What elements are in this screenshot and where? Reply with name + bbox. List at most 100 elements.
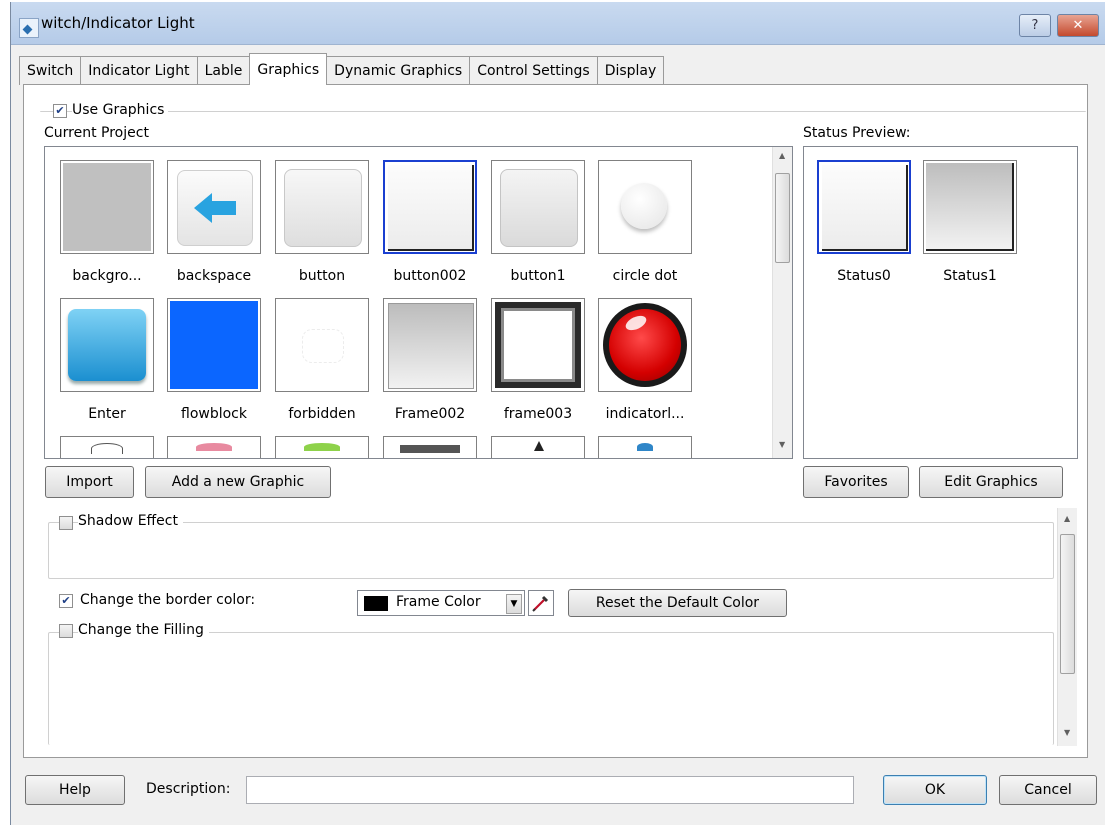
flowblock-graphic-icon — [170, 301, 258, 389]
forbidden-graphic-icon — [302, 329, 344, 363]
filling-group — [48, 632, 1054, 745]
red-indicator-light-icon — [603, 303, 687, 387]
graphic-tile-circle-dot[interactable] — [598, 160, 692, 254]
status1-tile[interactable] — [923, 160, 1017, 254]
help-button[interactable]: Help — [25, 775, 125, 805]
graphics-list-scrollbar[interactable]: ▲ ▼ — [772, 147, 792, 458]
graphic-tile-button1[interactable] — [491, 160, 585, 254]
graphic-label: button1 — [510, 268, 566, 284]
graphic-tile-indicator-light[interactable] — [598, 298, 692, 392]
use-graphics-checkbox[interactable]: ✔ — [53, 104, 67, 118]
graphic-tile-button002[interactable] — [383, 160, 477, 254]
add-new-graphic-button[interactable]: Add a new Graphic — [145, 466, 331, 498]
effects-settings-area: Shadow Effect ✔ Change the border color:… — [44, 508, 1078, 746]
border-color-label: Change the border color: — [80, 592, 256, 608]
tab-bar: Switch Indicator Light Lable Graphics Dy… — [19, 53, 665, 85]
favorites-button[interactable]: Favorites — [803, 466, 909, 498]
scroll-thumb[interactable] — [775, 173, 790, 263]
import-button[interactable]: Import — [45, 466, 134, 498]
scroll-down-icon[interactable]: ▼ — [1064, 728, 1070, 737]
scroll-thumb[interactable] — [1060, 534, 1075, 674]
border-color-checkbox[interactable]: ✔ — [59, 594, 73, 608]
close-button[interactable]: ✕ — [1057, 14, 1099, 37]
graphic-tile-frame003[interactable] — [491, 298, 585, 392]
partial-graphic-icon — [400, 445, 460, 453]
graphic-tile[interactable] — [598, 436, 692, 458]
effects-scrollbar[interactable]: ▲ ▼ — [1057, 508, 1077, 746]
gray-square-icon — [63, 163, 151, 251]
eyedropper-button[interactable] — [528, 590, 554, 616]
cancel-button[interactable]: Cancel — [999, 775, 1097, 805]
chevron-down-icon[interactable]: ▼ — [506, 594, 522, 614]
graphic-label: backspace — [176, 268, 252, 284]
circle-dot-icon — [621, 183, 667, 229]
graphic-tile-enter[interactable] — [60, 298, 154, 392]
status-preview-label: Status Preview: — [803, 125, 911, 141]
graphic-label: button — [298, 268, 346, 284]
graphic-tile[interactable] — [491, 436, 585, 458]
status0-graphic-icon — [822, 165, 908, 251]
button002-graphic-icon — [388, 165, 474, 251]
description-input[interactable] — [246, 776, 854, 804]
scroll-up-icon[interactable]: ▲ — [1064, 514, 1070, 523]
graphic-tile-backspace[interactable] — [167, 160, 261, 254]
status-preview-box: Status0 Status1 — [803, 146, 1078, 459]
ok-button[interactable]: OK — [883, 775, 987, 805]
graphic-tile-forbidden[interactable] — [275, 298, 369, 392]
help-title-button[interactable]: ? — [1019, 14, 1051, 37]
graphic-label: circle dot — [612, 268, 678, 284]
use-graphics-group-line — [40, 111, 1086, 113]
backspace-arrow-icon — [177, 170, 253, 246]
graphics-list[interactable]: backgro... backspace button button002 bu… — [44, 146, 793, 459]
enter-graphic-icon — [68, 309, 146, 381]
graphic-label: flowblock — [181, 406, 247, 422]
graphic-tile-button[interactable] — [275, 160, 369, 254]
partial-graphic-icon — [91, 443, 123, 454]
graphic-label: Frame002 — [394, 406, 466, 422]
status0-label: Status0 — [837, 268, 891, 284]
partial-graphic-icon — [534, 441, 544, 451]
graphic-tile-flowblock[interactable] — [167, 298, 261, 392]
tab-dynamic-graphics[interactable]: Dynamic Graphics — [326, 56, 471, 85]
shadow-effect-checkbox[interactable] — [59, 516, 73, 530]
graphic-label: Enter — [88, 406, 126, 422]
partial-graphic-icon — [637, 443, 653, 451]
filling-label: Change the Filling — [78, 622, 209, 638]
tab-control-settings[interactable]: Control Settings — [469, 56, 598, 85]
reset-default-color-button[interactable]: Reset the Default Color — [568, 589, 787, 617]
graphic-label: backgro... — [72, 268, 142, 284]
graphic-label: indicatorl... — [605, 406, 685, 422]
tab-indicator-light[interactable]: Indicator Light — [80, 56, 198, 85]
scroll-up-icon[interactable]: ▲ — [779, 151, 785, 160]
status0-tile[interactable] — [817, 160, 911, 254]
scroll-down-icon[interactable]: ▼ — [779, 440, 785, 449]
tab-lable[interactable]: Lable — [196, 56, 251, 85]
eyedropper-icon — [532, 595, 549, 612]
button1-graphic-icon — [500, 169, 578, 247]
status1-label: Status1 — [943, 268, 997, 284]
tab-switch[interactable]: Switch — [19, 56, 82, 85]
graphic-label: forbidden — [288, 406, 356, 422]
window-title: witch/Indicator Light — [41, 14, 195, 32]
graphic-label: button002 — [393, 268, 467, 284]
description-label: Description: — [146, 781, 231, 797]
shadow-effect-label: Shadow Effect — [78, 513, 183, 529]
edit-graphics-button[interactable]: Edit Graphics — [919, 466, 1063, 498]
title-bar: witch/Indicator Light ? ✕ — [11, 2, 1105, 45]
tab-graphics[interactable]: Graphics — [249, 53, 328, 85]
graphic-tile-frame002[interactable] — [383, 298, 477, 392]
graphic-tile-background[interactable] — [60, 160, 154, 254]
graphic-tile[interactable] — [383, 436, 477, 458]
button-graphic-icon — [284, 169, 362, 247]
graphic-tile[interactable] — [60, 436, 154, 458]
tab-display[interactable]: Display — [596, 56, 665, 85]
partial-graphic-icon — [304, 443, 340, 451]
current-project-label: Current Project — [44, 125, 149, 141]
filling-checkbox[interactable] — [59, 624, 73, 638]
graphic-label: frame003 — [503, 406, 573, 422]
frame-color-dropdown[interactable]: Frame Color ▼ — [357, 590, 525, 616]
graphic-tile[interactable] — [275, 436, 369, 458]
graphic-tile[interactable] — [167, 436, 261, 458]
partial-graphic-icon — [196, 443, 232, 451]
frame-color-value: Frame Color — [396, 594, 481, 610]
